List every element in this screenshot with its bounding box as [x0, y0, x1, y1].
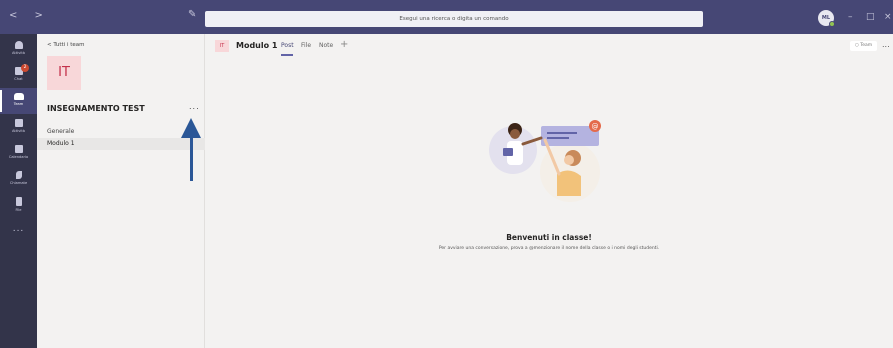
channel-main: IT Modulo 1 Post File Note + ○ Team ... … — [205, 34, 893, 348]
team-button-label: Team — [860, 43, 873, 48]
rail-item-label: File — [15, 208, 22, 212]
avatar-initials: ML — [821, 15, 831, 21]
rail-item-label: Chiamate — [9, 181, 28, 185]
welcome-subtitle: Per avviare una conversazione, prova a @… — [438, 246, 660, 251]
bell-icon — [14, 41, 23, 49]
nav-arrows[interactable]: < > — [9, 10, 50, 21]
welcome-illustration: @ — [489, 120, 601, 202]
tab-note[interactable]: Note — [319, 42, 333, 49]
title-bar: < > ✎ Esegui una ricerca o digita un com… — [0, 0, 893, 34]
bubble-line — [547, 137, 569, 139]
back-label: Tutti i team — [53, 42, 85, 48]
avatar[interactable]: ML — [818, 10, 835, 27]
student-head — [564, 155, 574, 165]
channel-title: Modulo 1 — [236, 41, 278, 50]
channel-team-avatar: IT — [215, 40, 229, 52]
bubble-line — [547, 132, 577, 134]
mention-symbol: @ — [592, 123, 599, 131]
search-input[interactable]: Esegui una ricerca o digita un comando — [205, 11, 703, 27]
rail-item-label: Chat — [14, 77, 23, 81]
file-icon — [15, 197, 22, 206]
assignment-icon — [14, 119, 23, 127]
channel-item-generale[interactable]: Generale — [37, 126, 205, 138]
channel-more-options-button[interactable]: ... — [882, 40, 890, 49]
student-body — [557, 170, 581, 196]
phone-icon — [15, 171, 22, 179]
rail-item-assignments[interactable]: Attività — [0, 114, 37, 140]
tab-file[interactable]: File — [301, 42, 311, 49]
team-button[interactable]: ○ Team — [850, 41, 877, 51]
team-icon: ○ — [854, 43, 859, 48]
rail-item-activity[interactable]: Attività — [0, 36, 37, 62]
rail-item-files[interactable]: File — [0, 192, 37, 218]
channel-header: IT Modulo 1 Post File Note + ○ Team ... — [205, 34, 893, 58]
channel-item-modulo-1[interactable]: Modulo 1 — [37, 138, 205, 150]
rail-item-calendar[interactable]: Calendario — [0, 140, 37, 166]
rail-item-label: Team — [13, 102, 24, 106]
add-tab-button[interactable]: + — [340, 39, 348, 50]
rail-item-label: Attività — [12, 129, 25, 133]
presence-icon — [829, 21, 835, 27]
rail-item-team[interactable]: Team — [0, 88, 37, 114]
maximize-button[interactable]: □ — [866, 12, 875, 22]
welcome-title: Benvenuti in classe! — [506, 233, 592, 242]
rail-item-label: Calendario — [8, 155, 29, 159]
rail-item-label: Attività — [12, 51, 25, 55]
tab-post[interactable]: Post — [281, 42, 294, 49]
team-sidebar: < Tutti i team IT INSEGNAMENTO TEST ... … — [37, 34, 205, 348]
chat-badge: 2 — [21, 64, 29, 72]
back-to-teams-link[interactable]: < Tutti i team — [47, 42, 85, 48]
close-button[interactable]: × — [884, 12, 892, 22]
team-name[interactable]: INSEGNAMENTO TEST — [47, 104, 145, 113]
annotation-arrow-shaft — [190, 135, 193, 181]
compose-icon[interactable]: ✎ — [188, 9, 200, 21]
team-icon — [13, 93, 24, 100]
teacher-head — [510, 129, 520, 139]
app-rail: Attività Chat 2 Team Attività Calendario… — [0, 34, 37, 348]
rail-item-chat[interactable]: Chat 2 — [0, 62, 37, 88]
active-tab-indicator — [281, 54, 293, 56]
team-more-options-button[interactable]: ... — [189, 102, 200, 111]
calendar-icon — [14, 145, 23, 153]
more-apps-button[interactable]: ... — [0, 224, 37, 234]
team-avatar: IT — [47, 56, 81, 90]
rail-item-calls[interactable]: Chiamate — [0, 166, 37, 192]
minimize-button[interactable]: – — [848, 12, 853, 22]
tablet-icon — [503, 148, 513, 156]
